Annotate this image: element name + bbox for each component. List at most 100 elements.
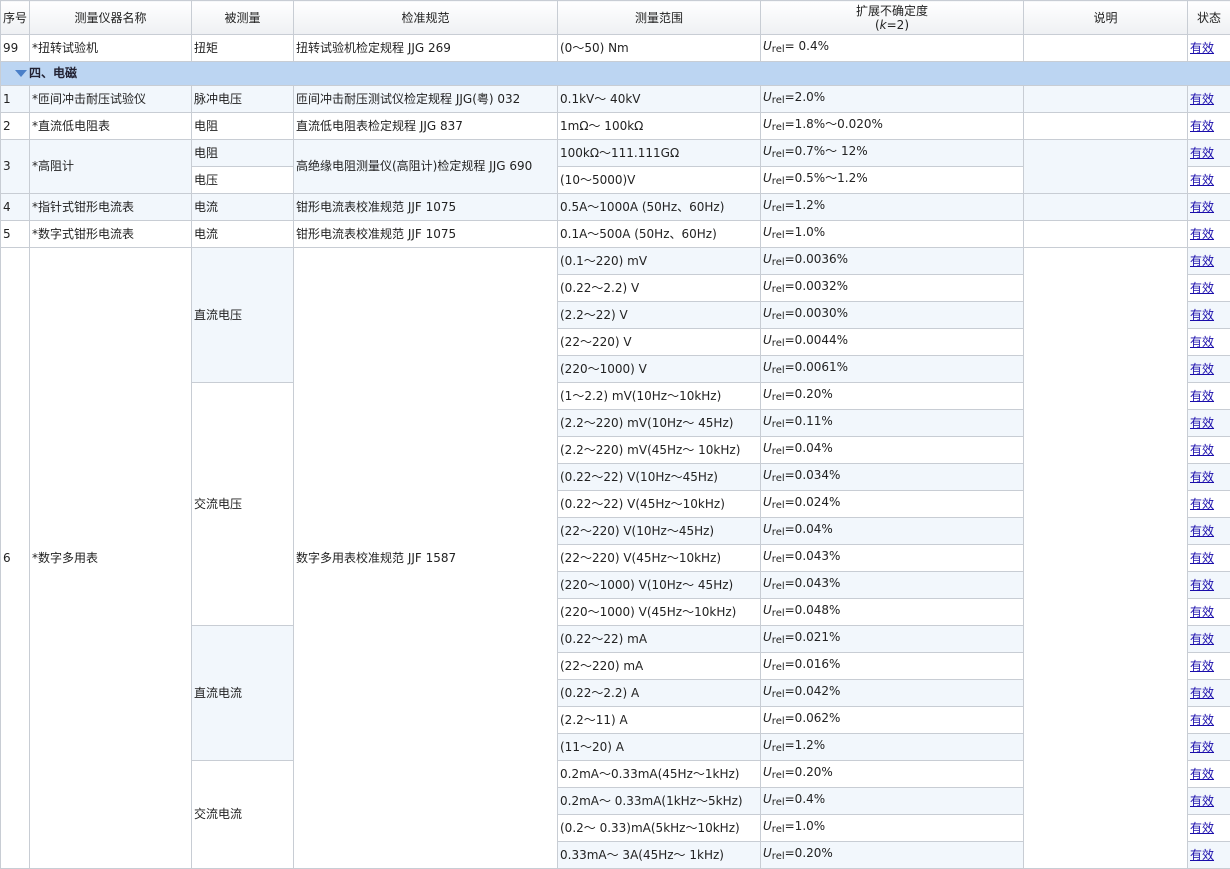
status-link[interactable]: 有效	[1190, 686, 1214, 700]
cell-range: 0.1A～500A (50Hz、60Hz)	[558, 221, 761, 248]
status-link[interactable]: 有效	[1190, 362, 1214, 376]
col-header-status[interactable]: 状态	[1188, 1, 1230, 35]
status-link[interactable]: 有效	[1190, 659, 1214, 673]
cell-range: (0.22～2.2) V	[558, 275, 761, 302]
cell-uncertainty: Urel=0.043%	[761, 545, 1024, 572]
status-link[interactable]: 有效	[1190, 524, 1214, 538]
cell-uncertainty: Urel=2.0%	[761, 86, 1024, 113]
section-row[interactable]: 四、电磁	[1, 62, 1230, 86]
cell-quantity-dci: 直流电流	[192, 626, 294, 761]
cell-uncertainty: Urel= 0.4%	[761, 35, 1024, 62]
status-link[interactable]: 有效	[1190, 41, 1214, 55]
status-link[interactable]: 有效	[1190, 713, 1214, 727]
cell-status: 有效	[1188, 842, 1230, 869]
cell-uncertainty: Urel=0.20%	[761, 842, 1024, 869]
cell-instrument: *数字多用表	[30, 248, 192, 869]
col-header-quantity[interactable]: 被测量	[192, 1, 294, 35]
status-link[interactable]: 有效	[1190, 92, 1214, 106]
cell-no: 4	[1, 194, 30, 221]
status-link[interactable]: 有效	[1190, 470, 1214, 484]
cell-uncertainty: Urel=0.11%	[761, 410, 1024, 437]
table-row: 1 *匝间冲击耐压试验仪 脉冲电压 匝间冲击耐压测试仪检定规程 JJG(粤) 0…	[1, 86, 1230, 113]
col-header-instrument[interactable]: 测量仪器名称	[30, 1, 192, 35]
cell-range: (0.22～22) V(45Hz～10kHz)	[558, 491, 761, 518]
collapse-triangle-icon[interactable]	[15, 70, 27, 77]
cell-range: (10～5000)V	[558, 167, 761, 194]
cell-status: 有效	[1188, 518, 1230, 545]
status-link[interactable]: 有效	[1190, 794, 1214, 808]
status-link[interactable]: 有效	[1190, 281, 1214, 295]
cell-uncertainty: Urel=0.062%	[761, 707, 1024, 734]
status-link[interactable]: 有效	[1190, 443, 1214, 457]
cell-status: 有效	[1188, 437, 1230, 464]
status-link[interactable]: 有效	[1190, 821, 1214, 835]
status-link[interactable]: 有效	[1190, 335, 1214, 349]
cell-range: 0.33mA～ 3A(45Hz～ 1kHz)	[558, 842, 761, 869]
cell-range: (220～1000) V	[558, 356, 761, 383]
cell-uncertainty: Urel=0.043%	[761, 572, 1024, 599]
cell-range: (0.1～220) mV	[558, 248, 761, 275]
cell-uncertainty: Urel=0.04%	[761, 437, 1024, 464]
cell-spec: 直流低电阻表检定规程 JJG 837	[294, 113, 558, 140]
status-link[interactable]: 有效	[1190, 146, 1214, 160]
cell-uncertainty: Urel=1.0%	[761, 221, 1024, 248]
cell-uncertainty: Urel=1.2%	[761, 734, 1024, 761]
status-link[interactable]: 有效	[1190, 389, 1214, 403]
cell-instrument: *数字式钳形电流表	[30, 221, 192, 248]
cell-quantity: 电流	[192, 194, 294, 221]
status-link[interactable]: 有效	[1190, 848, 1214, 862]
cell-uncertainty: Urel=0.0030%	[761, 302, 1024, 329]
cell-status: 有效	[1188, 329, 1230, 356]
section-title: 四、电磁	[29, 66, 77, 80]
cell-range: (0.22～22) V(10Hz～45Hz)	[558, 464, 761, 491]
cell-quantity: 电阻	[192, 140, 294, 167]
cell-range: (2.2～22) V	[558, 302, 761, 329]
cell-spec: 钳形电流表校准规范 JJF 1075	[294, 194, 558, 221]
cell-uncertainty: Urel=1.2%	[761, 194, 1024, 221]
col-header-no[interactable]: 序号	[1, 1, 30, 35]
cell-range: (22～220) V	[558, 329, 761, 356]
cell-spec: 高绝缘电阻测量仪(高阻计)检定规程 JJG 690	[294, 140, 558, 194]
cell-instrument: *指针式钳形电流表	[30, 194, 192, 221]
cell-instrument: *匝间冲击耐压试验仪	[30, 86, 192, 113]
cell-status: 有效	[1188, 140, 1230, 167]
status-link[interactable]: 有效	[1190, 227, 1214, 241]
cell-uncertainty: Urel=0.4%	[761, 788, 1024, 815]
status-link[interactable]: 有效	[1190, 119, 1214, 133]
cell-no: 99	[1, 35, 30, 62]
cell-range: 0.2mA～0.33mA(45Hz～1kHz)	[558, 761, 761, 788]
cell-status: 有效	[1188, 275, 1230, 302]
cell-uncertainty: Urel=0.024%	[761, 491, 1024, 518]
status-link[interactable]: 有效	[1190, 254, 1214, 268]
cell-uncertainty: Urel=0.0044%	[761, 329, 1024, 356]
cell-no: 3	[1, 140, 30, 194]
cell-quantity: 电压	[192, 167, 294, 194]
table-row: 6 *数字多用表 直流电压 数字多用表校准规范 JJF 1587 (0.1～22…	[1, 248, 1230, 275]
cell-range: (0.22～22) mA	[558, 626, 761, 653]
cell-range: (22～220) V(10Hz～45Hz)	[558, 518, 761, 545]
col-header-spec[interactable]: 检准规范	[294, 1, 558, 35]
status-link[interactable]: 有效	[1190, 740, 1214, 754]
status-link[interactable]: 有效	[1190, 632, 1214, 646]
status-link[interactable]: 有效	[1190, 605, 1214, 619]
status-link[interactable]: 有效	[1190, 767, 1214, 781]
col-header-range[interactable]: 测量范围	[558, 1, 761, 35]
table-row: 3 *高阻计 电阻 高绝缘电阻测量仪(高阻计)检定规程 JJG 690 100k…	[1, 140, 1230, 167]
status-link[interactable]: 有效	[1190, 416, 1214, 430]
section-header-electromagnetic[interactable]: 四、电磁	[1, 62, 1230, 86]
status-link[interactable]: 有效	[1190, 551, 1214, 565]
cell-status: 有效	[1188, 167, 1230, 194]
cell-uncertainty: Urel=0.7%～ 12%	[761, 140, 1024, 167]
col-header-note[interactable]: 说明	[1024, 1, 1188, 35]
status-link[interactable]: 有效	[1190, 200, 1214, 214]
col-header-uncertainty[interactable]: 扩展不确定度 (k=2)	[761, 1, 1024, 35]
status-link[interactable]: 有效	[1190, 173, 1214, 187]
cell-note	[1024, 113, 1188, 140]
status-link[interactable]: 有效	[1190, 578, 1214, 592]
table-row: 4 *指针式钳形电流表 电流 钳形电流表校准规范 JJF 1075 0.5A～1…	[1, 194, 1230, 221]
status-link[interactable]: 有效	[1190, 497, 1214, 511]
status-link[interactable]: 有效	[1190, 308, 1214, 322]
cell-uncertainty: Urel=1.8%～0.020%	[761, 113, 1024, 140]
cell-quantity: 扭矩	[192, 35, 294, 62]
coverage-factor: (k=2)	[763, 18, 1021, 32]
